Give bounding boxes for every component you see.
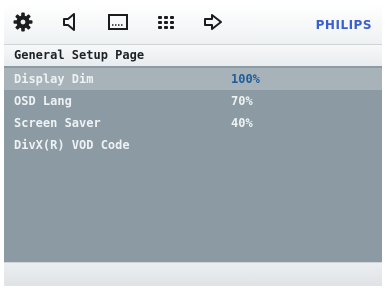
setting-value: 40% bbox=[231, 116, 253, 130]
philips-logo: PHILIPS bbox=[315, 18, 372, 32]
tab-exit-setup[interactable] bbox=[200, 11, 226, 37]
arrow-exit-icon bbox=[202, 11, 224, 37]
setting-label: OSD Lang bbox=[14, 94, 72, 108]
page-title: General Setup Page bbox=[14, 48, 145, 62]
setting-row-osd-lang[interactable]: OSD Lang 70% bbox=[4, 90, 382, 112]
setting-value: 100% bbox=[231, 72, 260, 86]
setting-value: 70% bbox=[231, 94, 253, 108]
tab-video-setup[interactable] bbox=[105, 11, 131, 37]
tab-general-setup[interactable] bbox=[10, 11, 36, 37]
setting-row-divx-vod-code[interactable]: DivX(R) VOD Code bbox=[4, 134, 382, 156]
status-bar bbox=[4, 262, 382, 286]
setting-row-screen-saver[interactable]: Screen Saver 40% bbox=[4, 112, 382, 134]
page-title-bar: General Setup Page bbox=[4, 44, 382, 66]
grid-icon bbox=[155, 11, 177, 37]
settings-list: Display Dim 100% OSD Lang 70% Screen Sav… bbox=[4, 66, 382, 262]
setting-label: DivX(R) VOD Code bbox=[14, 138, 130, 152]
screen-icon bbox=[107, 11, 129, 37]
menu-tab-bar: PHILIPS bbox=[4, 4, 382, 44]
speaker-icon bbox=[60, 11, 82, 37]
tab-audio-setup[interactable] bbox=[58, 11, 84, 37]
setting-row-display-dim[interactable]: Display Dim 100% bbox=[4, 68, 382, 90]
tab-preference-setup[interactable] bbox=[153, 11, 179, 37]
setup-screen: PHILIPS General Setup Page Display Dim 1… bbox=[4, 4, 382, 286]
setting-label: Display Dim bbox=[14, 72, 94, 86]
setting-label: Screen Saver bbox=[14, 116, 101, 130]
gear-icon bbox=[12, 11, 34, 37]
